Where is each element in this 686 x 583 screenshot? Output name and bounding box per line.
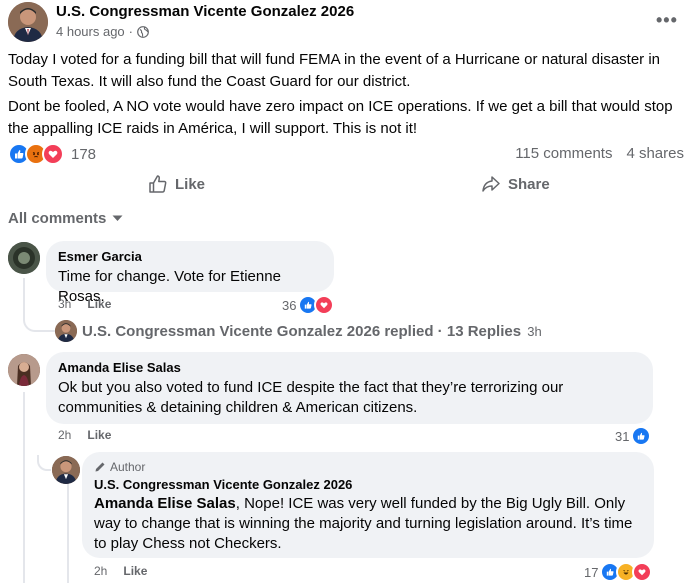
comment-like-button[interactable]: Like xyxy=(87,428,111,442)
comment-bubble: Esmer Garcia Time for change. Vote for E… xyxy=(46,241,334,305)
view-replies-link[interactable]: U.S. Congressman Vicente Gonzalez 2026 r… xyxy=(82,323,542,340)
comment-time[interactable]: 2h xyxy=(58,428,71,442)
comments-sort-label: All comments xyxy=(8,210,107,227)
reply-connector xyxy=(37,455,51,471)
thread-line xyxy=(23,392,25,583)
thumbs-up-icon xyxy=(149,175,167,193)
globe-icon xyxy=(137,25,149,38)
like-reaction-icon xyxy=(631,426,652,446)
reply-thread-line xyxy=(67,484,69,583)
like-button-label: Like xyxy=(175,175,206,193)
post-time[interactable]: 4 hours ago xyxy=(56,24,125,39)
like-button[interactable]: Like xyxy=(148,174,205,194)
shares-count[interactable]: 4 shares xyxy=(626,145,684,162)
love-reaction-icon xyxy=(314,295,335,315)
pencil-icon xyxy=(95,462,105,472)
replies-summary: U.S. Congressman Vicente Gonzalez 2026 r… xyxy=(82,323,522,340)
share-arrow-icon xyxy=(482,176,500,192)
post-stats: 115 comments 4 shares xyxy=(515,145,684,162)
replies-time: 3h xyxy=(527,324,542,339)
post-reactions[interactable]: 178 xyxy=(8,143,96,165)
person-avatar-icon xyxy=(8,242,40,274)
person-avatar-icon xyxy=(8,354,40,386)
comment-reactions[interactable]: 36 xyxy=(282,295,335,315)
comment-like-button[interactable]: Like xyxy=(87,297,111,311)
reply-reaction-count: 17 xyxy=(584,564,599,580)
reaction-count: 178 xyxy=(71,145,97,163)
person-avatar-icon xyxy=(52,456,80,484)
comment-meta: 2h Like xyxy=(58,428,111,442)
comment-reactions[interactable]: 31 xyxy=(615,426,652,446)
post-meta: 4 hours ago · xyxy=(56,24,149,39)
person-avatar-icon xyxy=(55,320,77,342)
reply-time[interactable]: 2h xyxy=(94,564,107,578)
author-badge: Author xyxy=(94,460,642,474)
caret-down-icon xyxy=(112,215,123,221)
reply-author-avatar[interactable] xyxy=(52,456,80,484)
share-button-label: Share xyxy=(508,175,550,193)
love-reaction-icon xyxy=(632,562,653,582)
love-reaction-icon xyxy=(42,143,64,165)
reply-author-avatar[interactable] xyxy=(55,320,77,342)
commenter-avatar[interactable] xyxy=(8,242,40,274)
reply-bubble: Author U.S. Congressman Vicente Gonzalez… xyxy=(82,452,654,558)
post-paragraph-2: Dont be fooled, A NO vote would have zer… xyxy=(8,98,673,137)
comments-count[interactable]: 115 comments xyxy=(515,145,612,162)
post-author-name[interactable]: U.S. Congressman Vicente Gonzalez 2026 xyxy=(56,3,354,20)
comment-bubble: Amanda Elise Salas Ok but you also voted… xyxy=(46,352,653,424)
comment-reaction-count: 31 xyxy=(615,428,630,444)
reply-text: Amanda Elise Salas, Nope! ICE was very w… xyxy=(94,494,642,554)
comment-text: Ok but you also voted to fund ICE despit… xyxy=(58,379,564,416)
post-author-avatar[interactable] xyxy=(8,2,48,42)
thread-connector xyxy=(23,278,57,332)
mention-link[interactable]: Amanda Elise Salas xyxy=(94,495,236,512)
reply-author-name[interactable]: U.S. Congressman Vicente Gonzalez 2026 xyxy=(94,477,642,493)
reply-reactions[interactable]: 17 xyxy=(584,562,653,582)
reply-meta: 2h Like xyxy=(94,564,147,578)
commenter-name[interactable]: Amanda Elise Salas xyxy=(58,360,641,376)
share-button[interactable]: Share xyxy=(481,174,550,194)
commenter-avatar[interactable] xyxy=(8,354,40,386)
more-options-button[interactable]: ••• xyxy=(656,10,678,31)
comment-meta: 3h Like xyxy=(58,297,111,311)
comment-time[interactable]: 3h xyxy=(58,297,71,311)
commenter-name[interactable]: Esmer Garcia xyxy=(58,249,322,265)
author-badge-label: Author xyxy=(110,460,146,474)
meta-dot: · xyxy=(128,24,134,39)
person-avatar-icon xyxy=(8,2,48,42)
post-paragraph-1: Today I voted for a funding bill that wi… xyxy=(8,51,661,90)
comments-sort-dropdown[interactable]: All comments xyxy=(8,210,123,227)
comment-reaction-count: 36 xyxy=(282,297,297,313)
reply-like-button[interactable]: Like xyxy=(123,564,147,578)
